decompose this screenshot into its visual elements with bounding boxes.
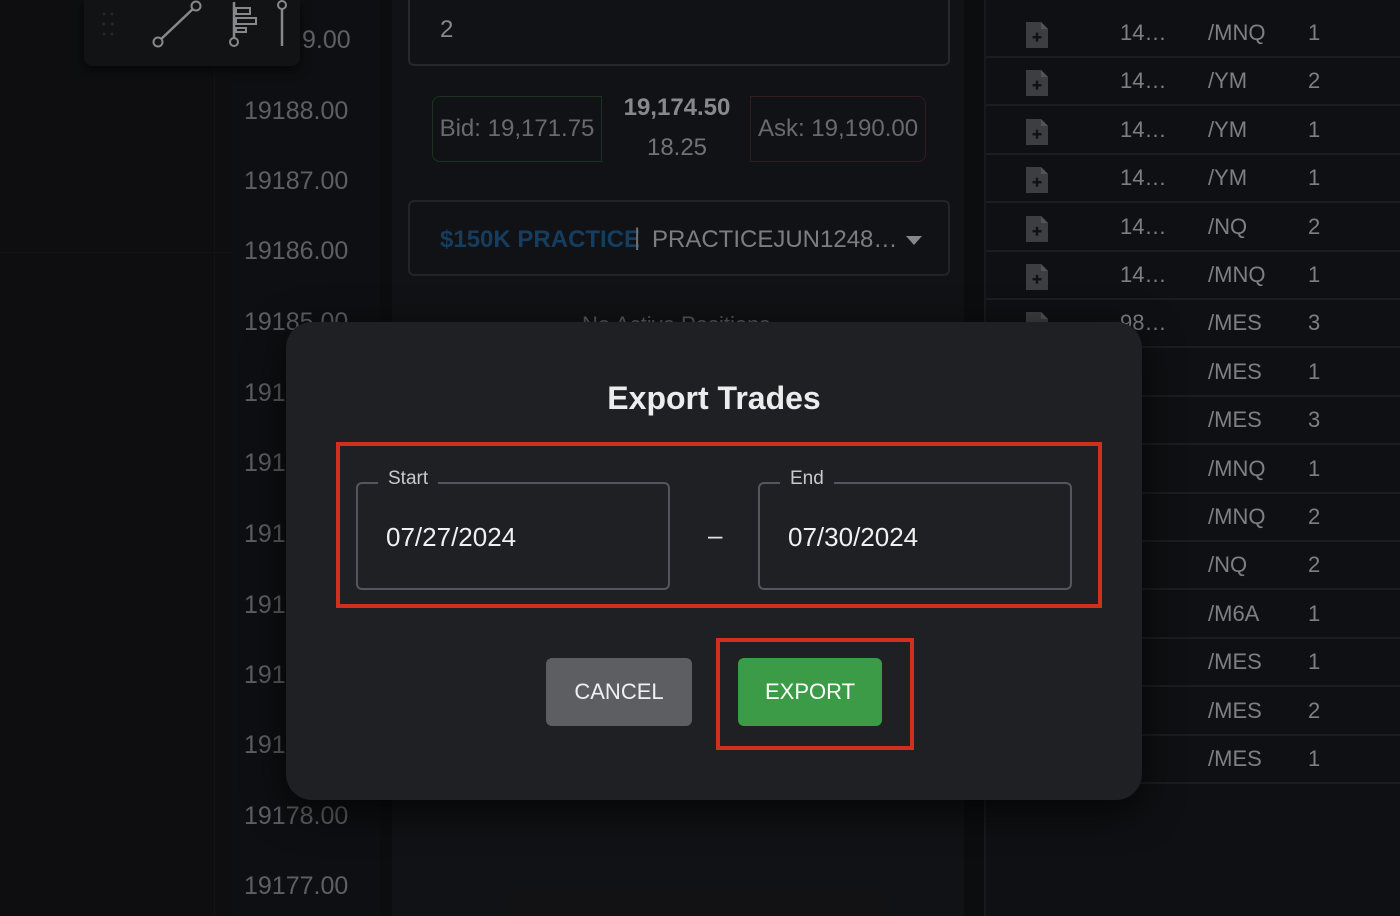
dialog-title: Export Trades [607, 380, 821, 416]
end-date-value: 07/30/2024 [788, 522, 919, 552]
end-date-field[interactable]: End 07/30/2024 [758, 468, 1072, 590]
export-button[interactable]: EXPORT [738, 658, 882, 726]
export-highlight: EXPORT [716, 638, 914, 750]
start-date-value: 07/27/2024 [386, 522, 517, 552]
cancel-button[interactable]: CANCEL [546, 658, 692, 726]
date-range-group: Start 07/27/2024 – End 07/30/2024 [336, 442, 1102, 608]
start-date-label: Start [378, 468, 439, 490]
end-date-label: End [780, 468, 834, 490]
date-range-separator: – [708, 520, 723, 550]
app-root: 9.00 19188.00 19187.00 19186.00 19185.00… [0, 0, 1400, 916]
export-trades-dialog: Export Trades Start 07/27/2024 – End 07/… [286, 322, 1142, 800]
start-date-field[interactable]: Start 07/27/2024 [356, 468, 670, 590]
